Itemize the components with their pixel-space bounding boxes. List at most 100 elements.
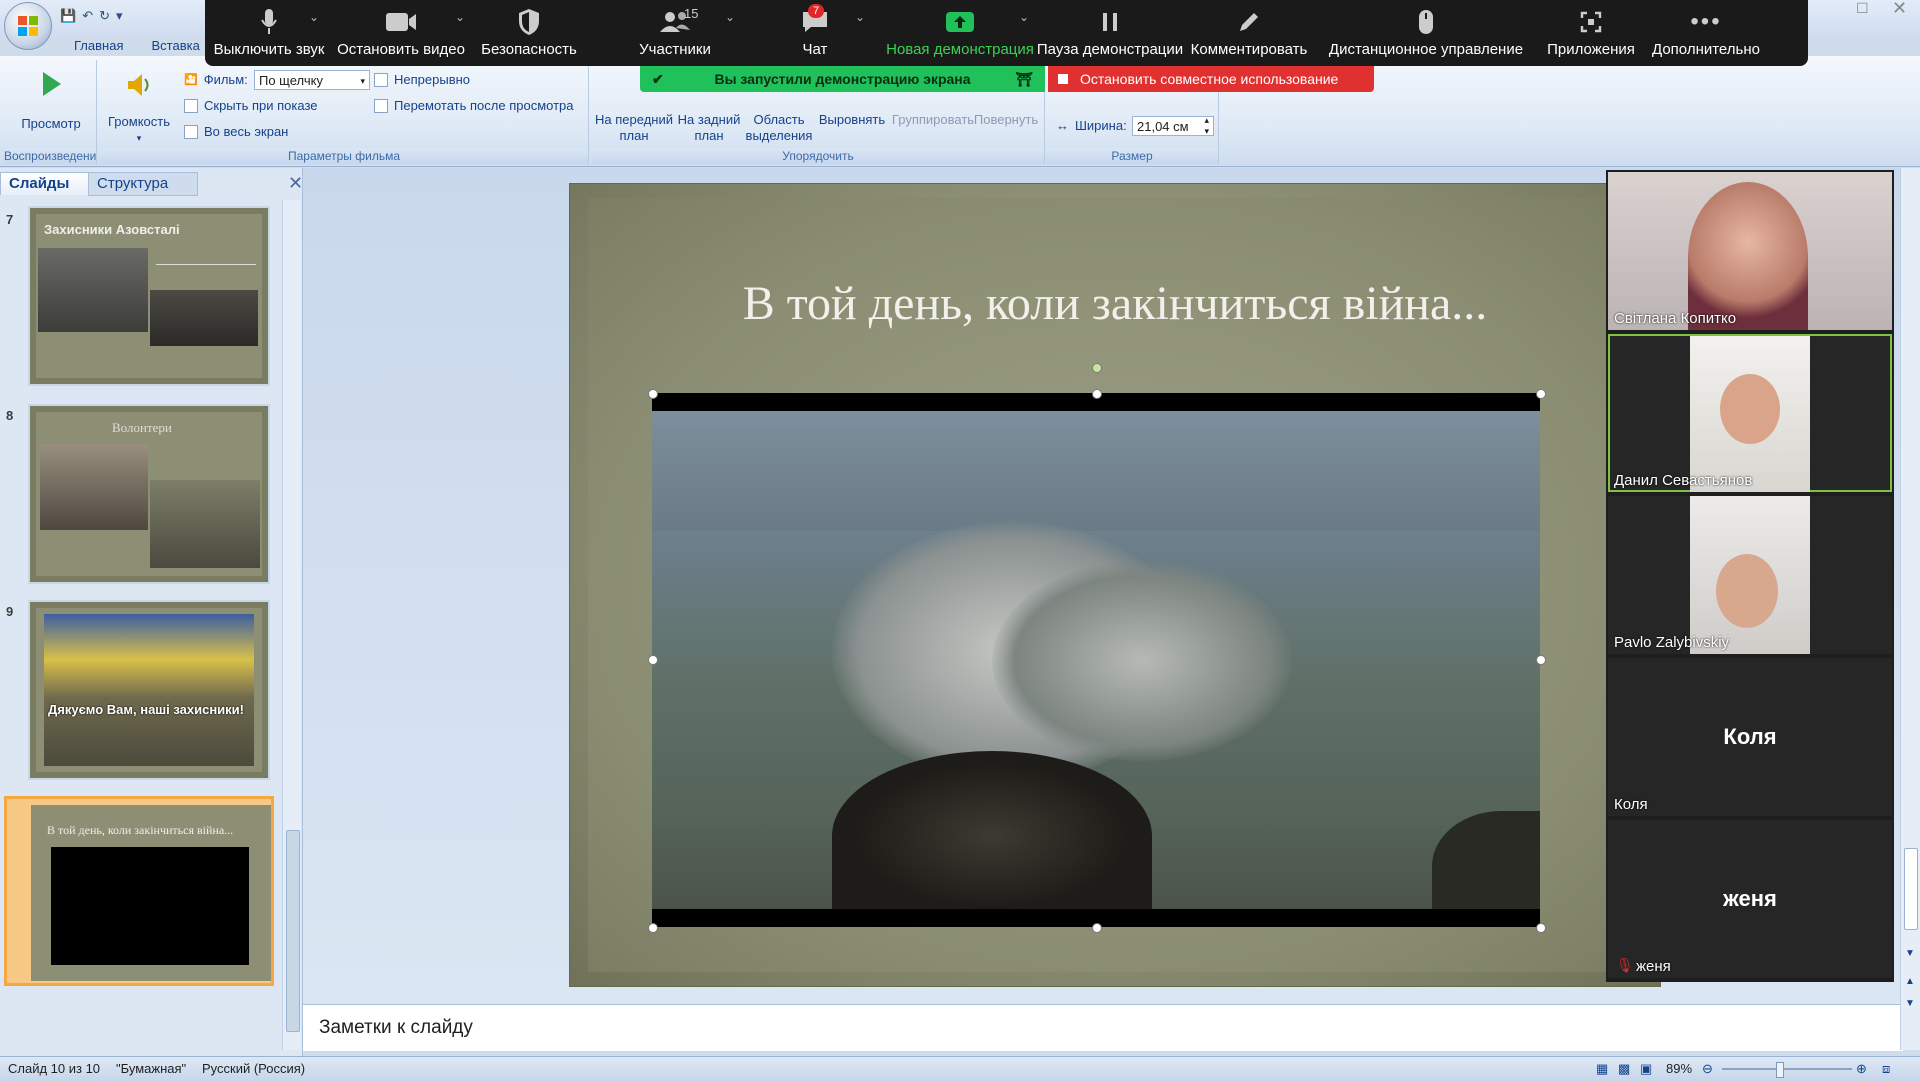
slide-info: Слайд 10 из 10 (8, 1061, 101, 1076)
annotate-button[interactable]: Комментировать (1181, 0, 1317, 66)
bring-front-label: На передний план (595, 112, 673, 143)
send-back-button[interactable]: На задний план (674, 112, 744, 144)
slide-title[interactable]: В той день, коли закінчиться війна... (570, 276, 1660, 331)
resize-handle[interactable] (648, 923, 658, 933)
tab-outline[interactable]: Структура (88, 172, 198, 196)
mute-label: Выключить звук (213, 41, 325, 58)
hide-checkbox[interactable]: Скрыть при показе (184, 98, 318, 113)
participant-tile[interactable]: Pavlo Zalybivskiy (1608, 496, 1892, 654)
slide-thumb-10[interactable]: В той день, коли закінчиться війна... (4, 796, 274, 986)
stop-video-button[interactable]: Остановить видео ⌄ (333, 0, 469, 66)
resize-handle[interactable] (648, 389, 658, 399)
tab-slides[interactable]: Слайды (0, 172, 92, 195)
stop-icon (1058, 74, 1068, 84)
chevron-down-icon[interactable]: ⌄ (1019, 10, 1029, 24)
resize-handle[interactable] (1536, 655, 1546, 665)
undo-icon[interactable]: ↶ (82, 8, 93, 24)
scrollbar-thumb[interactable] (286, 830, 300, 1032)
width-label-row: ↔ Ширина: (1056, 118, 1127, 133)
scroll-down-icon[interactable]: ▼ (1905, 948, 1915, 959)
office-logo-icon (18, 16, 38, 36)
slideshow-view-icon[interactable]: ▣ (1640, 1061, 1652, 1077)
customize-icon[interactable]: ▾ (116, 8, 123, 24)
slide-number: 7 (6, 212, 14, 227)
language[interactable]: Русский (Россия) (202, 1061, 305, 1076)
participant-tile[interactable]: Данил Севастьянов (1608, 334, 1892, 492)
zoom-in-icon[interactable]: ⊕ (1856, 1061, 1867, 1077)
save-icon[interactable]: 💾 (60, 8, 76, 24)
movie-start-select[interactable]: По щелчку ▾ (254, 70, 370, 90)
pause-share-button[interactable]: Пауза демонстрации (1029, 0, 1183, 66)
zoom-slider-thumb[interactable] (1776, 1062, 1784, 1078)
spinner-icon[interactable]: ▴ ▾ (1204, 115, 1209, 137)
redo-icon[interactable]: ↻ (99, 8, 110, 24)
zoom-out-icon[interactable]: ⊖ (1702, 1061, 1713, 1077)
office-button[interactable] (4, 2, 52, 50)
slides-scrollbar[interactable] (282, 200, 301, 1050)
volume-button[interactable]: Громкость ▾ (104, 70, 174, 146)
chevron-down-icon[interactable]: ⌄ (309, 10, 319, 24)
maximize-icon[interactable]: ☐ (1856, 0, 1869, 17)
participant-tile[interactable]: Коля Коля (1608, 658, 1892, 816)
bring-front-button[interactable]: На передний план (594, 112, 674, 144)
normal-view-icon[interactable]: ▦ (1596, 1061, 1608, 1077)
apps-button[interactable]: Приложения (1535, 0, 1647, 66)
video-object[interactable] (648, 363, 1546, 933)
chat-button[interactable]: 7 Чат ⌄ (739, 0, 869, 66)
resize-handle[interactable] (1536, 389, 1546, 399)
participant-display-name: женя (1723, 886, 1777, 911)
apps-label: Приложения (1547, 41, 1635, 58)
scrollbar-thumb[interactable] (1904, 848, 1918, 930)
stop-share-button[interactable]: Остановить совместное использование (1048, 66, 1374, 92)
chevron-down-icon[interactable]: ⌄ (855, 10, 865, 24)
next-slide-icon[interactable]: ▼ (1905, 998, 1915, 1009)
width-input[interactable]: 21,04 см ▴ ▾ (1132, 115, 1214, 137)
chevron-down-icon[interactable]: ⌄ (725, 10, 735, 24)
remote-control-button[interactable]: Дистанционное управление (1317, 0, 1535, 66)
slide-thumb-8[interactable]: Волонтери (28, 404, 270, 584)
group-button[interactable]: Группировать (888, 112, 978, 128)
new-share-button[interactable]: Новая демонстрация ⌄ (869, 0, 1034, 66)
participant-tile[interactable]: женя женя 🎙︎ (1608, 820, 1892, 978)
more-button[interactable]: ••• Дополнительно (1647, 0, 1765, 66)
participant-tile[interactable]: Світлана Копитко (1608, 172, 1892, 330)
rotate-handle[interactable] (1092, 363, 1102, 373)
resize-handle[interactable] (1092, 923, 1102, 933)
security-label: Безопасность (481, 41, 577, 58)
participants-button[interactable]: 15 Участники ⌄ (589, 0, 739, 66)
participant-name: Світлана Копитко (1614, 310, 1737, 327)
fullscreen-label: Во весь экран (204, 124, 289, 139)
chevron-down-icon[interactable]: ⌄ (455, 10, 465, 24)
participants-count: 15 (684, 6, 699, 21)
width-icon: ↔ (1056, 118, 1069, 133)
resize-handle[interactable] (648, 655, 658, 665)
editor-scrollbar[interactable]: ▼ ▲ ▼ (1900, 168, 1920, 1050)
fullscreen-checkbox[interactable]: Во весь экран (184, 124, 288, 139)
movie-start-value: По щелчку (259, 73, 323, 88)
align-button[interactable]: Выровнять (814, 112, 890, 128)
resize-handle[interactable] (1092, 389, 1102, 399)
notes-pane[interactable]: Заметки к слайду (303, 1004, 1903, 1051)
zoom-slider[interactable] (1722, 1068, 1852, 1070)
tab-insert[interactable]: Вставка (137, 36, 213, 56)
sorter-view-icon[interactable]: ▩ (1618, 1061, 1630, 1077)
resize-handle[interactable] (1536, 923, 1546, 933)
tab-home[interactable]: Главная (60, 36, 137, 56)
rotate-button[interactable]: Повернуть (970, 112, 1042, 128)
fit-window-icon[interactable]: ⧈ (1882, 1061, 1890, 1077)
slide-thumb-9[interactable]: Дякуємо Вам, наші захисники! (28, 600, 270, 780)
close-icon[interactable]: ✕ (1892, 0, 1907, 19)
rewind-label: Перемотать после просмотра (394, 98, 574, 113)
loop-checkbox[interactable]: Непрерывно (374, 72, 470, 87)
mute-button[interactable]: Выключить звук ⌄ (205, 0, 333, 66)
slide-thumb-7[interactable]: Захисники Азовсталі (28, 206, 270, 386)
muted-microphone-icon: 🎙︎ (1616, 957, 1634, 973)
preview-button[interactable]: Просмотр (16, 70, 86, 132)
rewind-checkbox[interactable]: Перемотать после просмотра (374, 98, 574, 113)
theme-name[interactable]: "Бумажная" (116, 1061, 186, 1076)
previous-slide-icon[interactable]: ▲ (1905, 976, 1915, 987)
selection-pane-button[interactable]: Область выделения (744, 112, 814, 144)
zoom-level[interactable]: 89% (1666, 1061, 1692, 1076)
security-button[interactable]: Безопасность (469, 0, 589, 66)
status-bar: Слайд 10 из 10 "Бумажная" Русский (Росси… (0, 1056, 1920, 1081)
